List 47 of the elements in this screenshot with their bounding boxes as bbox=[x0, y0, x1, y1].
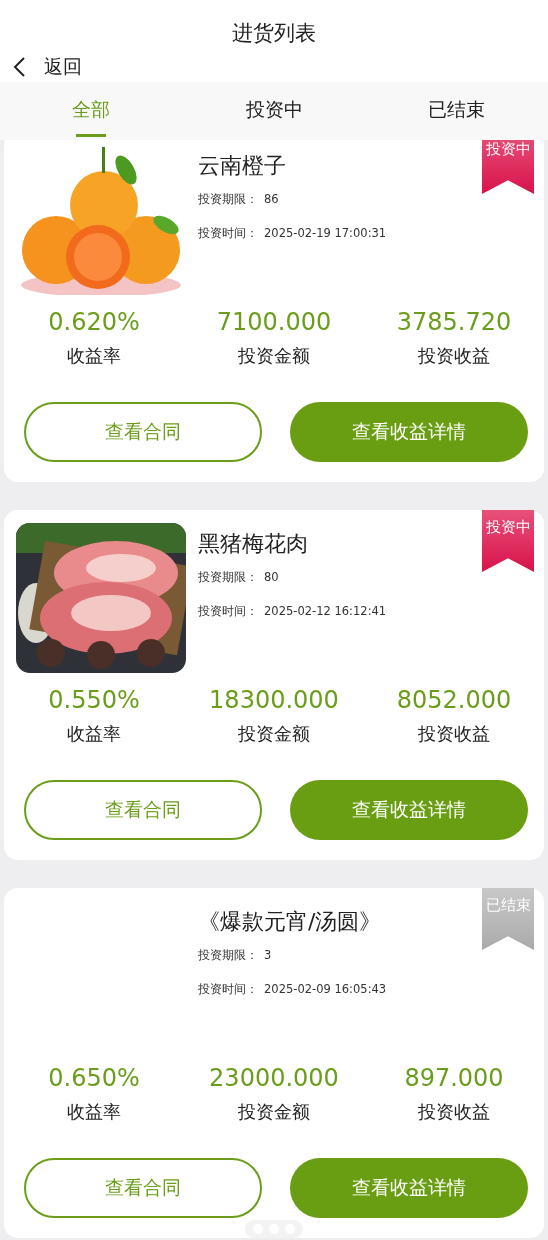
stat-value: 0.620% bbox=[48, 307, 140, 337]
view-earnings-button[interactable]: 查看收益详情 bbox=[290, 402, 528, 462]
stat-label: 投资金额 bbox=[238, 722, 310, 746]
product-name: 《爆款元宵/汤圆》 bbox=[198, 908, 383, 936]
view-contract-button[interactable]: 查看合同 bbox=[24, 780, 262, 840]
period-label: 投资期限： bbox=[198, 947, 258, 963]
period-label: 投资期限： bbox=[198, 191, 258, 207]
stat-label: 收益率 bbox=[67, 722, 121, 746]
back-button[interactable]: 返回 bbox=[0, 52, 82, 82]
stat-value: 8052.000 bbox=[396, 685, 512, 715]
product-name: 黑猪梅花肉 bbox=[198, 530, 309, 558]
filter-tab[interactable]: 投资中 bbox=[182, 82, 366, 140]
view-contract-button[interactable]: 查看合同 bbox=[24, 402, 262, 462]
status-ribbon: 投资中 bbox=[482, 510, 534, 572]
stat-label: 投资收益 bbox=[418, 722, 490, 746]
stat-value: 3785.720 bbox=[396, 307, 512, 337]
time-value: 2025-02-12 16:12:41 bbox=[264, 603, 387, 619]
stat-label: 收益率 bbox=[67, 1100, 121, 1124]
period-label: 投资期限： bbox=[198, 569, 258, 585]
view-earnings-button[interactable]: 查看收益详情 bbox=[290, 780, 528, 840]
status-ribbon: 已结束 bbox=[482, 888, 534, 950]
view-contract-button[interactable]: 查看合同 bbox=[24, 1158, 262, 1218]
filter-tab[interactable]: 已结束 bbox=[365, 82, 548, 140]
period-value: 80 bbox=[264, 569, 279, 585]
view-earnings-button[interactable]: 查看收益详情 bbox=[290, 1158, 528, 1218]
stat-value: 23000.000 bbox=[209, 1063, 339, 1093]
time-label: 投资时间： bbox=[198, 981, 258, 997]
stat-label: 收益率 bbox=[67, 344, 121, 368]
time-value: 2025-02-19 17:00:31 bbox=[264, 225, 387, 241]
stat-value: 7100.000 bbox=[216, 307, 332, 337]
stat-value: 18300.000 bbox=[209, 685, 339, 715]
time-label: 投资时间： bbox=[198, 603, 258, 619]
period-value: 3 bbox=[264, 947, 272, 963]
stat-value: 897.000 bbox=[404, 1063, 504, 1093]
time-value: 2025-02-09 16:05:43 bbox=[264, 981, 387, 997]
stat-value: 0.550% bbox=[48, 685, 140, 715]
stat-label: 投资收益 bbox=[418, 1100, 490, 1124]
product-name: 云南橙子 bbox=[198, 152, 287, 180]
page-title: 进货列表 bbox=[232, 20, 316, 46]
time-label: 投资时间： bbox=[198, 225, 258, 241]
stat-label: 投资金额 bbox=[238, 1100, 310, 1124]
stat-label: 投资金额 bbox=[238, 344, 310, 368]
period-value: 86 bbox=[264, 191, 279, 207]
status-ribbon: 投资中 bbox=[482, 140, 534, 194]
stat-value: 0.650% bbox=[48, 1063, 140, 1093]
stat-label: 投资收益 bbox=[418, 344, 490, 368]
back-icon bbox=[12, 56, 26, 78]
